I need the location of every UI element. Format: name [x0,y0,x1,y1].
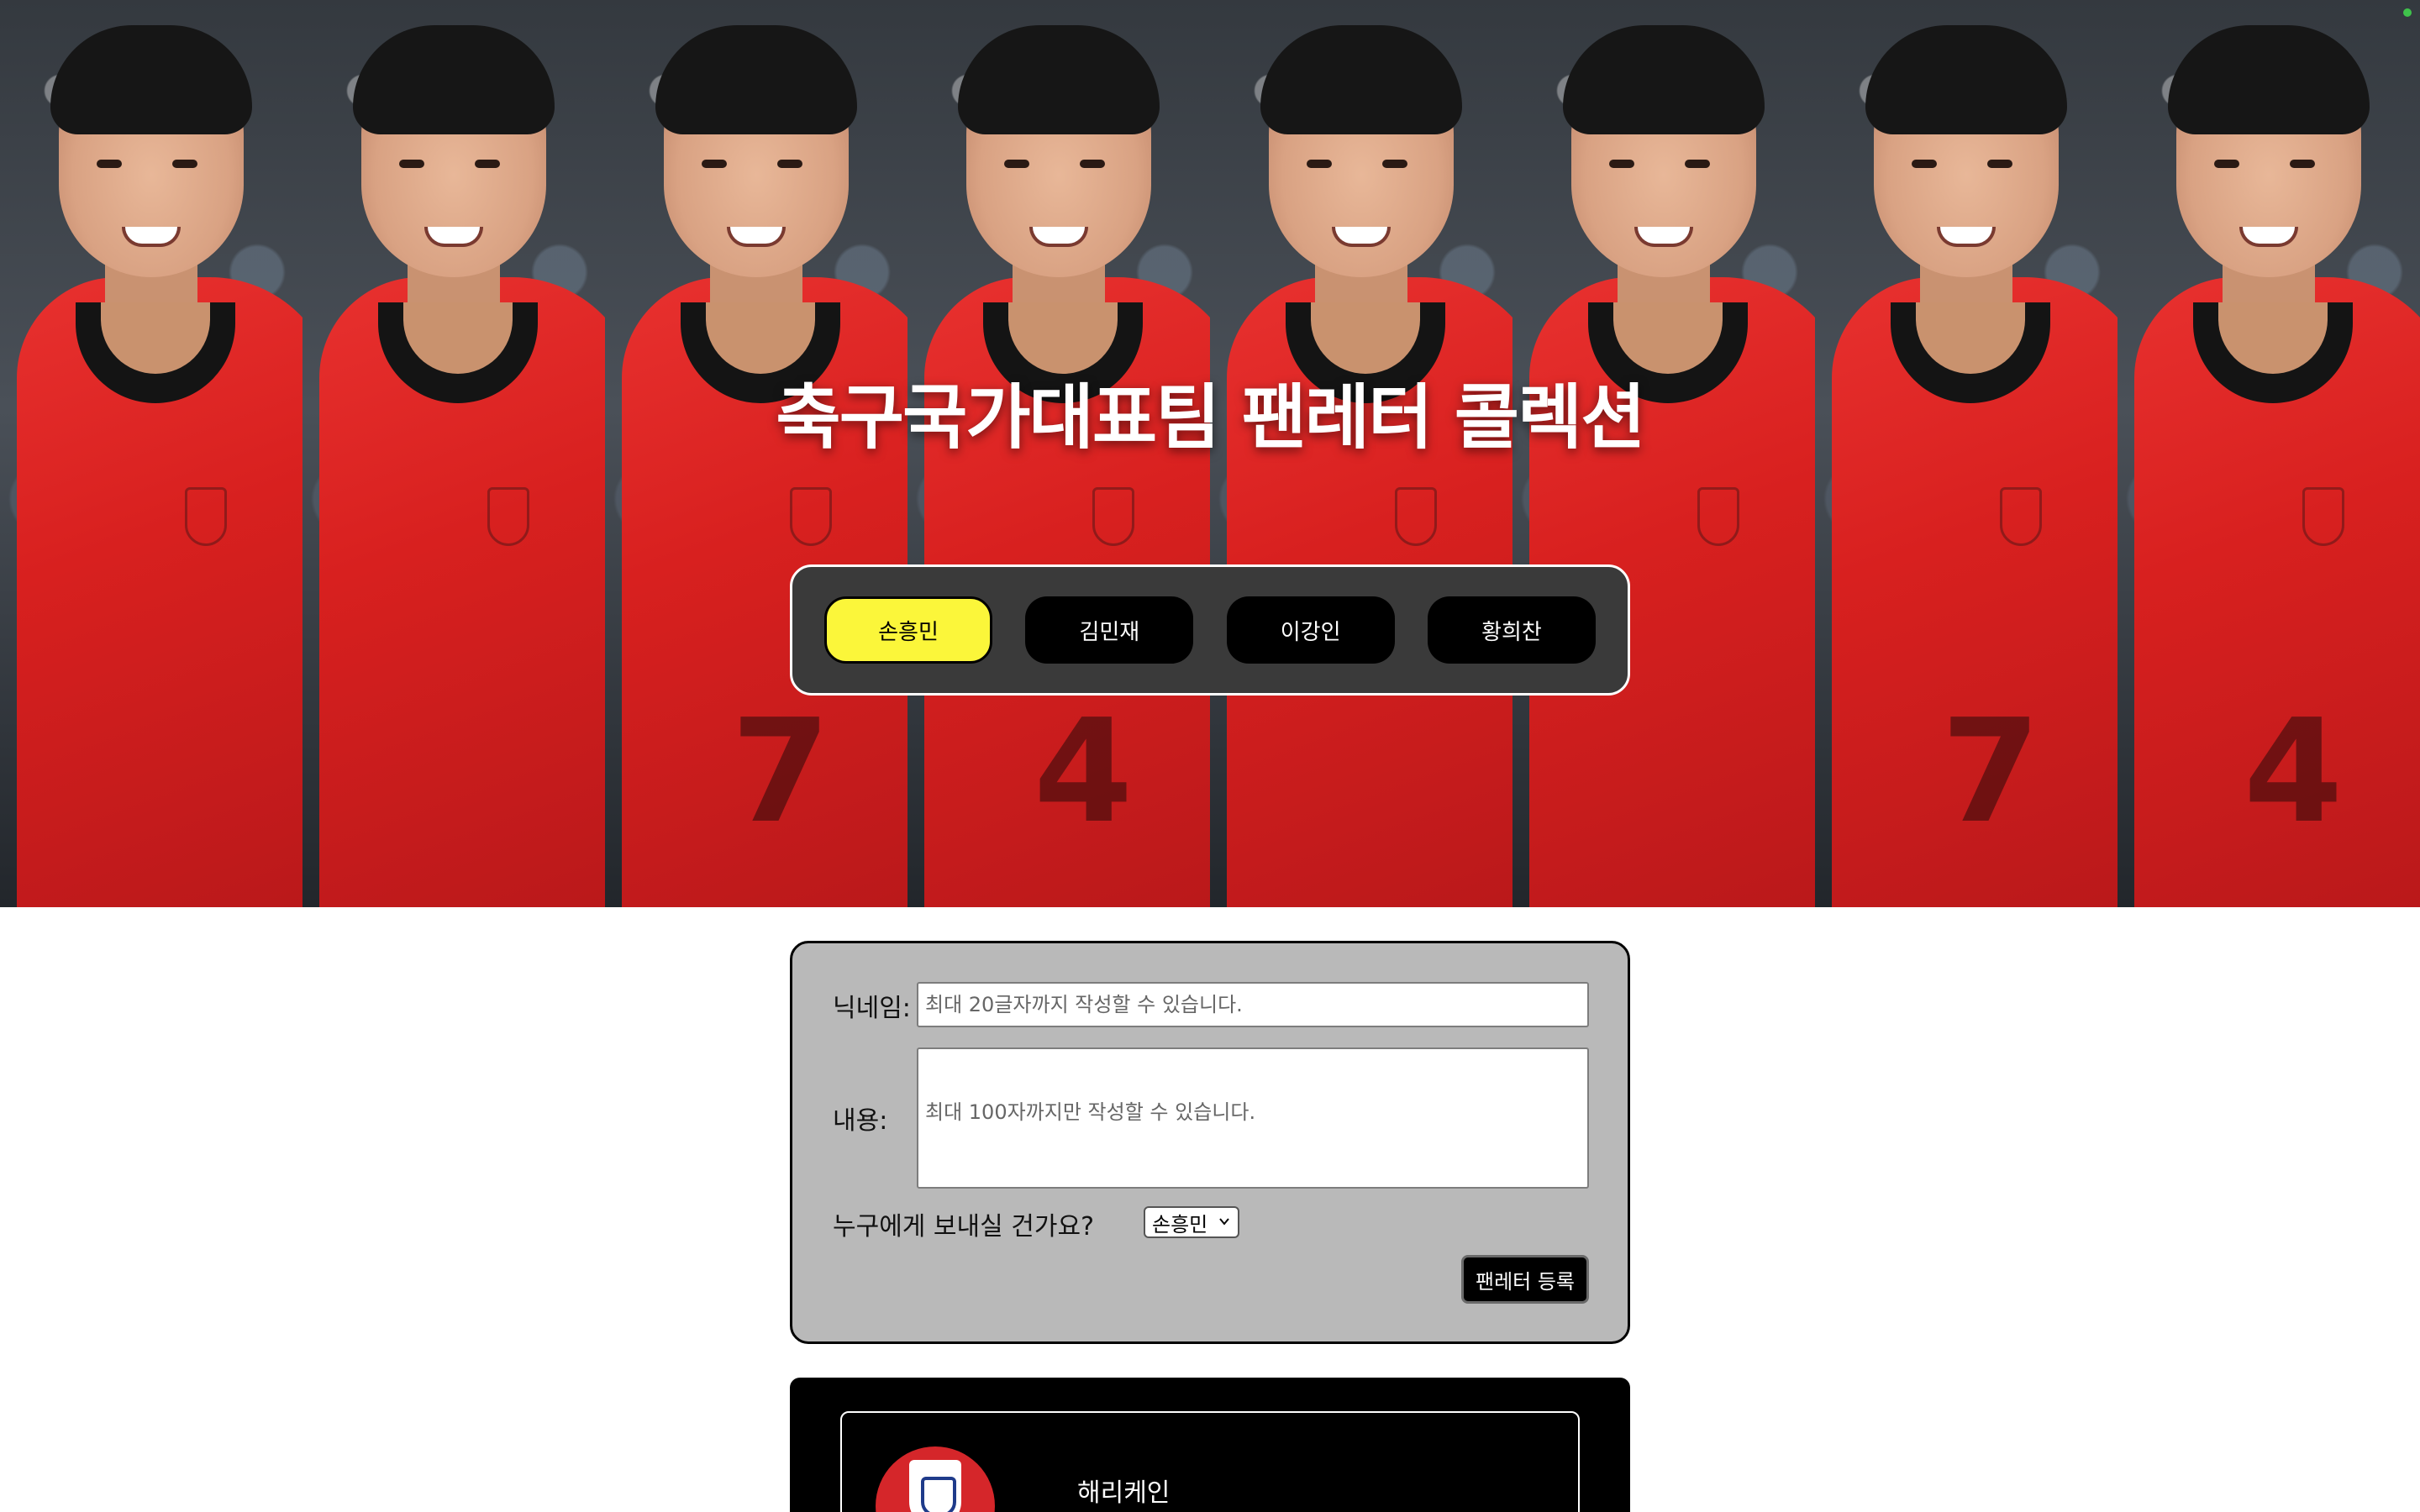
jersey-number: 4 [1034,689,1134,855]
nickname-input[interactable] [917,982,1589,1027]
content-label: 내용: [833,1106,888,1136]
tab-son-heung-min[interactable]: 손흥민 [824,596,992,664]
submit-fanletter-button[interactable]: 팬레터 등록 [1461,1255,1589,1304]
content-textarea[interactable] [917,1047,1589,1189]
tab-lee-kang-in[interactable]: 이강인 [1226,596,1395,664]
player-tab-bar: 손흥민 김민재 이강인 황희찬 [790,564,1630,696]
recipient-selected-value: 손흥민 [1152,1212,1208,1236]
chevron-down-icon [1218,1215,1231,1232]
jersey-number: 7 [731,689,831,855]
jersey-number: 4 [2244,689,2344,855]
avatar [876,1446,995,1512]
fanletter-card[interactable]: 해리케인 [840,1411,1580,1512]
nickname-label: 닉네임: [833,994,911,1023]
fanletter-list: 해리케인 [790,1378,1630,1512]
status-dot-icon [2403,8,2412,17]
tab-kim-min-jae[interactable]: 김민재 [1025,596,1194,664]
kfa-emblem-icon [909,1460,961,1512]
hero-banner: 7 4 7 4 축구국가대표팀 팬레터 콜렉션 손흥민 김민재 이강인 황희찬 [0,0,2420,907]
letter-nickname: 해리케인 [1077,1478,1171,1508]
recipient-label: 누구에게 보내실 건가요? [833,1212,1094,1242]
recipient-select[interactable]: 손흥민 [1144,1206,1239,1238]
page-title: 축구국가대표팀 팬레터 콜렉션 [776,376,1645,459]
jersey-number: 7 [1941,689,2041,855]
fanletter-form: 닉네임: 내용: 누구에게 보내실 건가요? 손흥민 팬레터 등록 [790,941,1630,1344]
tab-hwang-hee-chan[interactable]: 황희찬 [1427,596,1596,664]
